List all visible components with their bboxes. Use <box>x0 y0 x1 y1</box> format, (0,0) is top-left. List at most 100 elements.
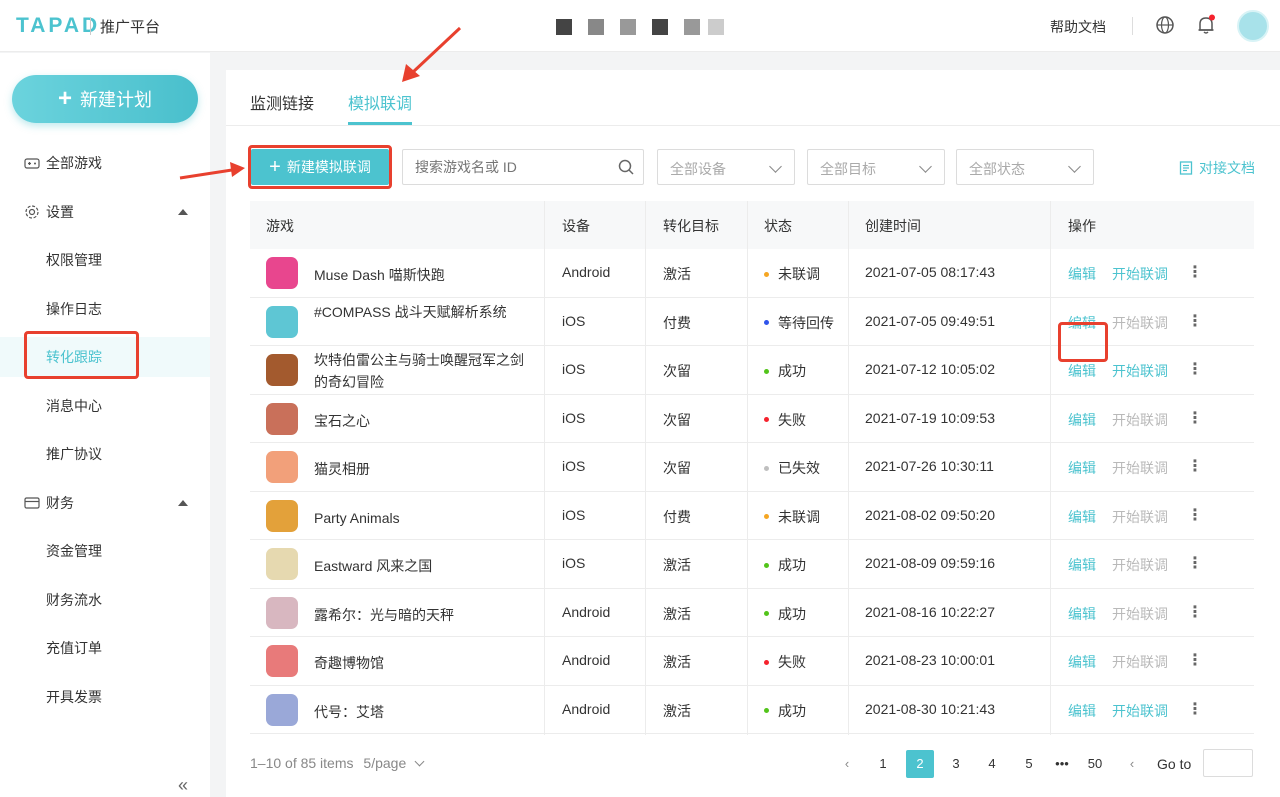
start-integration-button[interactable]: 开始联调 <box>1112 604 1168 624</box>
search-icon[interactable] <box>618 159 634 175</box>
edit-button[interactable]: 编辑 <box>1068 604 1096 624</box>
edit-button[interactable]: 编辑 <box>1068 458 1096 478</box>
page-button[interactable]: 4 <box>978 750 1006 778</box>
edit-button[interactable]: 编辑 <box>1068 507 1096 527</box>
sidebar-item-operation-log[interactable]: 操作日志 <box>0 289 210 329</box>
page-button[interactable]: 1 <box>869 750 897 778</box>
game-name[interactable]: 代号：艾塔 <box>314 701 534 723</box>
page-button[interactable]: 50 <box>1081 750 1109 778</box>
status-dot <box>764 611 769 617</box>
page-ellipsis[interactable]: ••• <box>1048 750 1076 778</box>
edit-button[interactable]: 编辑 <box>1068 410 1096 430</box>
masked-account-name <box>620 19 636 35</box>
game-name[interactable]: 猫灵相册 <box>314 458 534 480</box>
status-cell: 未联调 <box>764 264 820 284</box>
more-options-icon[interactable]: ⋮ <box>1187 262 1203 282</box>
start-integration-button[interactable]: 开始联调 <box>1112 555 1168 575</box>
game-icon <box>266 693 298 726</box>
target-cell: 激活 <box>663 605 691 622</box>
sidebar-item-message-center[interactable]: 消息中心 <box>0 386 210 426</box>
column-header-game: 游戏 <box>266 218 294 234</box>
device-cell: iOS <box>562 409 586 426</box>
sidebar-item-recharge-orders[interactable]: 充值订单 <box>0 628 210 668</box>
game-name[interactable]: 坎特伯雷公主与骑士唤醒冠军之剑的奇幻冒险 <box>314 349 534 393</box>
integration-docs-link[interactable]: 对接文档 <box>1179 158 1255 178</box>
sidebar-item-finance-flow[interactable]: 财务流水 <box>0 580 210 620</box>
logo-divider <box>90 17 91 35</box>
sidebar-group-finance[interactable]: 财务 <box>0 483 210 523</box>
prev-page-button[interactable]: ‹ <box>833 750 861 778</box>
target-select-value: 全部目标 <box>820 161 876 177</box>
game-name[interactable]: #COMPASS 战斗天赋解析系统 <box>314 301 534 323</box>
start-integration-button[interactable]: 开始联调 <box>1112 507 1168 527</box>
help-docs-link[interactable]: 帮助文档 <box>1050 17 1106 37</box>
goto-page-input[interactable] <box>1203 749 1253 777</box>
more-options-icon[interactable]: ⋮ <box>1187 650 1203 670</box>
device-cell: Android <box>562 603 611 620</box>
page-button[interactable]: 5 <box>1015 750 1043 778</box>
next-page-button[interactable]: ‹ <box>1118 750 1146 778</box>
sidebar-item-invoice[interactable]: 开具发票 <box>0 677 210 717</box>
start-integration-button[interactable]: 开始联调 <box>1112 361 1168 381</box>
globe-icon[interactable] <box>1154 14 1176 36</box>
page-button[interactable]: 2 <box>906 750 934 778</box>
tab-bar: 监测链接 模拟联调 <box>226 70 1280 126</box>
sidebar-item-all-games[interactable]: 全部游戏 <box>0 143 210 183</box>
sidebar-item-label: 设置 <box>46 204 74 220</box>
created-time-cell: 2021-07-05 09:49:51 <box>865 312 995 329</box>
edit-button[interactable]: 编辑 <box>1068 361 1096 381</box>
target-select[interactable]: 全部目标 <box>807 149 945 185</box>
game-name[interactable]: 露希尔：光与暗的天秤 <box>314 604 534 626</box>
collapse-sidebar-icon[interactable]: « <box>178 775 188 796</box>
game-name[interactable]: 奇趣博物馆 <box>314 652 534 674</box>
status-select[interactable]: 全部状态 <box>956 149 1094 185</box>
more-options-icon[interactable]: ⋮ <box>1187 408 1203 428</box>
more-options-icon[interactable]: ⋮ <box>1187 359 1203 379</box>
status-select-value: 全部状态 <box>969 161 1025 177</box>
start-integration-button[interactable]: 开始联调 <box>1112 458 1168 478</box>
device-select[interactable]: 全部设备 <box>657 149 795 185</box>
goto-label: Go to <box>1157 756 1192 772</box>
start-integration-button[interactable]: 开始联调 <box>1112 313 1168 333</box>
status-dot <box>764 562 769 568</box>
more-options-icon[interactable]: ⋮ <box>1187 553 1203 573</box>
search-input[interactable] <box>402 149 644 185</box>
status-label: 成功 <box>778 702 806 719</box>
start-integration-button[interactable]: 开始联调 <box>1112 701 1168 721</box>
tab-simulated-integration[interactable]: 模拟联调 <box>348 90 412 114</box>
more-options-icon[interactable]: ⋮ <box>1187 311 1203 331</box>
game-name[interactable]: Muse Dash 喵斯快跑 <box>314 264 534 286</box>
new-plan-button[interactable]: + 新建计划 <box>12 75 198 123</box>
masked-account-name <box>556 19 572 35</box>
sidebar-item-label: 财务 <box>46 495 74 511</box>
edit-button[interactable]: 编辑 <box>1068 701 1096 721</box>
game-name[interactable]: 宝石之心 <box>314 410 534 432</box>
more-options-icon[interactable]: ⋮ <box>1187 699 1203 719</box>
tapad-logo[interactable]: TAPAD <box>16 14 100 38</box>
page-size-select[interactable]: 5/page <box>363 755 425 771</box>
more-options-icon[interactable]: ⋮ <box>1187 602 1203 622</box>
page-button[interactable]: 3 <box>942 750 970 778</box>
tab-monitor-links[interactable]: 监测链接 <box>250 90 314 114</box>
table-row: 奇趣博物馆 Android 激活 失败 2021-08-23 10:00:01 … <box>250 637 1254 686</box>
sidebar-item-fund-management[interactable]: 资金管理 <box>0 531 210 571</box>
user-avatar[interactable] <box>1237 10 1269 42</box>
edit-button[interactable]: 编辑 <box>1068 264 1096 284</box>
game-name[interactable]: Eastward 风来之国 <box>314 555 534 577</box>
game-name[interactable]: Party Animals <box>314 507 534 529</box>
more-options-icon[interactable]: ⋮ <box>1187 456 1203 476</box>
status-dot <box>764 708 769 714</box>
sidebar-group-settings[interactable]: 设置 <box>0 192 210 232</box>
more-options-icon[interactable]: ⋮ <box>1187 505 1203 525</box>
plus-icon: + <box>57 85 72 112</box>
edit-button[interactable]: 编辑 <box>1068 652 1096 672</box>
edit-button[interactable]: 编辑 <box>1068 555 1096 575</box>
table-header: 游戏 设备 转化目标 状态 创建时间 操作 <box>250 201 1254 249</box>
start-integration-button[interactable]: 开始联调 <box>1112 652 1168 672</box>
device-select-value: 全部设备 <box>670 161 726 177</box>
sidebar-item-permissions[interactable]: 权限管理 <box>0 240 210 280</box>
sidebar-item-promotion-agreement[interactable]: 推广协议 <box>0 434 210 474</box>
bell-icon[interactable] <box>1195 14 1217 36</box>
start-integration-button[interactable]: 开始联调 <box>1112 410 1168 430</box>
start-integration-button[interactable]: 开始联调 <box>1112 264 1168 284</box>
